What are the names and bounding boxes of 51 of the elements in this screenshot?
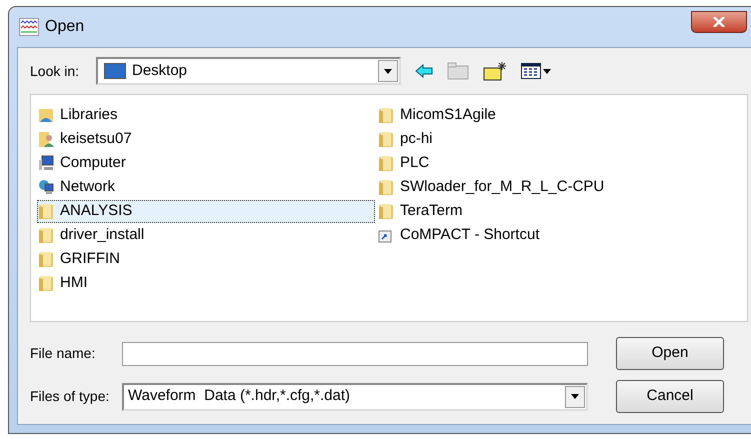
file-list-item[interactable]: pc-hi <box>377 128 715 151</box>
view-menu-button[interactable] <box>521 63 551 79</box>
new-folder-icon[interactable] <box>483 61 507 81</box>
file-type-label: Files of type: <box>30 387 110 406</box>
folder-icon <box>378 130 396 148</box>
look-in-label: Look in: <box>30 62 80 80</box>
file-list-item[interactable]: keisetsu07 <box>37 128 375 151</box>
open-button[interactable]: Open <box>616 337 724 370</box>
folder-icon <box>378 106 396 124</box>
dropdown-button[interactable] <box>378 60 398 82</box>
file-list-item[interactable]: Libraries <box>37 104 375 127</box>
caret-icon <box>543 68 551 74</box>
computer-icon <box>38 154 56 172</box>
file-type-value: Waveform Data (*.hdr,*.cfg,*.dat) <box>128 386 352 406</box>
folder-icon <box>38 226 56 244</box>
cancel-button[interactable]: Cancel <box>616 380 724 413</box>
file-list-item[interactable]: CoMPACT - Shortcut <box>377 224 715 247</box>
file-name-label: File name: <box>30 344 96 363</box>
file-list-item[interactable]: driver_install <box>37 224 375 247</box>
look-in-value: Desktop <box>132 60 188 81</box>
close-icon <box>713 17 725 27</box>
user-folder-icon <box>38 130 56 148</box>
desktop-icon <box>104 63 126 79</box>
folder-icon <box>378 178 396 196</box>
network-icon <box>38 178 56 196</box>
file-list-item[interactable]: HMI <box>37 272 375 295</box>
close-button[interactable] <box>691 11 747 33</box>
dropdown-button[interactable] <box>565 386 585 408</box>
libraries-icon <box>38 106 56 124</box>
folder-icon <box>38 202 56 220</box>
file-list-item[interactable]: MicomS1Agile <box>377 104 715 127</box>
file-list-item[interactable]: Network <box>37 176 375 199</box>
folder-icon <box>38 274 56 292</box>
look-in-dropdown[interactable]: Desktop <box>96 57 401 85</box>
caret-icon <box>384 68 392 74</box>
file-list-item[interactable]: SWloader_for_M_R_L_C-CPU <box>377 176 715 199</box>
file-name-field[interactable] <box>122 342 588 366</box>
file-list-item[interactable]: PLC <box>377 152 715 175</box>
file-list-item[interactable]: Computer <box>37 152 375 175</box>
waveform-icon <box>19 18 39 36</box>
file-list-item[interactable]: ANALYSIS <box>37 200 375 223</box>
folder-icon <box>38 250 56 268</box>
folder-icon <box>378 154 396 172</box>
back-arrow-icon[interactable] <box>415 64 433 78</box>
list-view-icon <box>521 63 541 79</box>
file-type-dropdown[interactable]: Waveform Data (*.hdr,*.cfg,*.dat) <box>122 382 588 410</box>
folder-icon <box>378 202 396 220</box>
file-list-item[interactable]: GRIFFIN <box>37 248 375 271</box>
file-list-item[interactable]: TeraTerm <box>377 200 715 223</box>
window-title: Open <box>45 17 84 37</box>
caret-icon <box>571 394 579 399</box>
